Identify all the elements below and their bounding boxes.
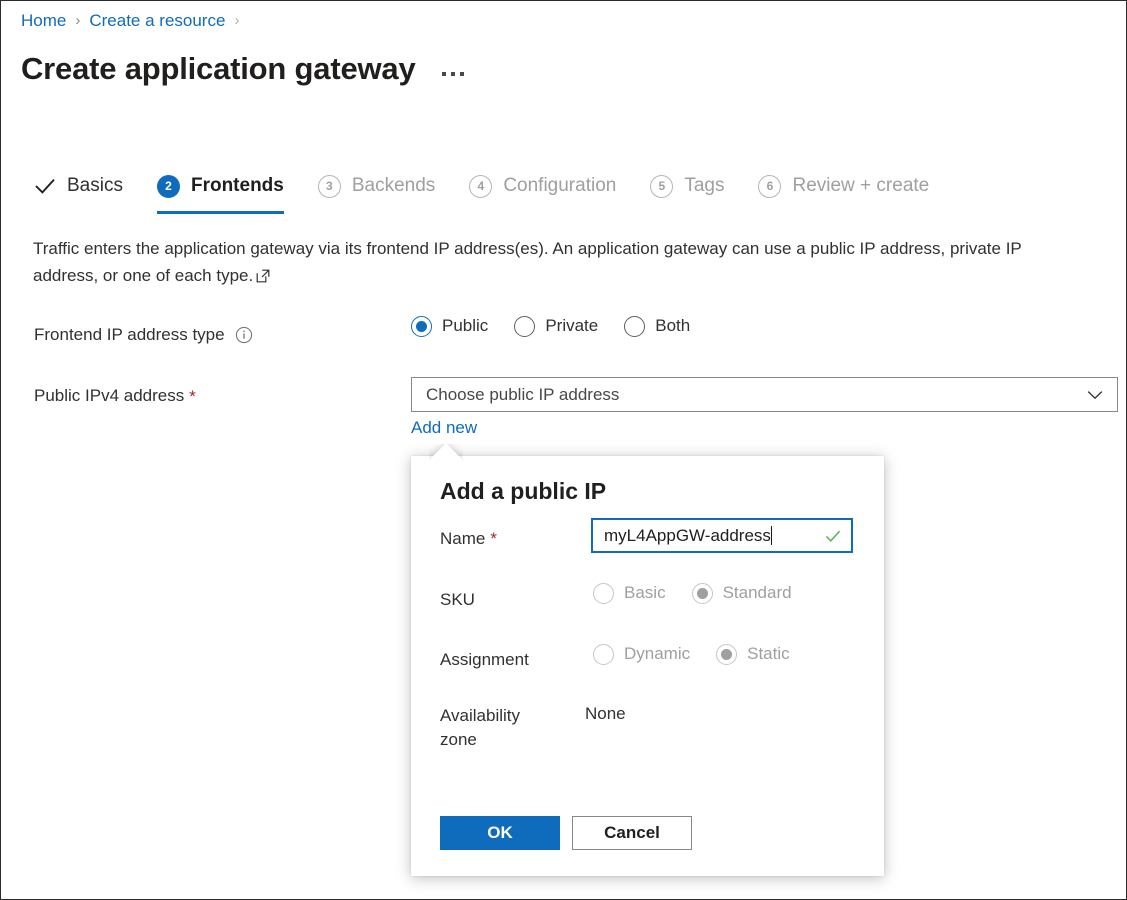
sku-label: SKU: [440, 588, 590, 612]
cancel-button[interactable]: Cancel: [572, 816, 692, 850]
tab-active-underline: [157, 211, 284, 214]
breadcrumb: Home › Create a resource ›: [21, 8, 248, 34]
dialog-title: Add a public IP: [440, 476, 606, 506]
dot: [442, 72, 446, 76]
label-text: Name: [440, 529, 485, 548]
popup-caret: [429, 444, 463, 461]
radio-label: Static: [747, 643, 790, 665]
public-ip-select-placeholder: Choose public IP address: [426, 384, 1087, 406]
public-ip-select[interactable]: Choose public IP address: [411, 377, 1118, 412]
radio-sku-standard: Standard: [692, 582, 792, 604]
radio-assignment-static: Static: [716, 643, 790, 665]
wizard-tabs: Basics 2 Frontends 3 Backends 4 Configur…: [34, 169, 963, 213]
more-options-icon[interactable]: [442, 72, 464, 76]
dot: [451, 72, 455, 76]
radio-assignment-dynamic: Dynamic: [593, 643, 690, 665]
breadcrumb-separator-icon: ›: [75, 8, 80, 34]
tab-number-badge: 3: [318, 175, 341, 198]
breadcrumb-item-create-a-resource[interactable]: Create a resource: [89, 8, 225, 34]
frontends-description: Traffic enters the application gateway v…: [33, 235, 1078, 289]
tab-configuration[interactable]: 4 Configuration: [469, 169, 616, 203]
chevron-down-icon: [1087, 390, 1103, 400]
page-title-row: Create application gateway: [21, 48, 464, 90]
availability-zone-label: Availability zone: [440, 704, 550, 752]
radio-label: Both: [655, 315, 690, 337]
radio-sku-basic: Basic: [593, 582, 666, 604]
frontend-ip-type-radio-group: Public Private Both: [411, 315, 690, 337]
label-text: Assignment: [440, 650, 529, 669]
breadcrumb-item-home[interactable]: Home: [21, 8, 66, 34]
label-text: Public IPv4 address: [34, 384, 184, 408]
radio-indicator: [593, 583, 614, 604]
external-link-icon[interactable]: [256, 269, 270, 283]
tab-basics[interactable]: Basics: [34, 169, 123, 203]
radio-indicator: [692, 583, 713, 604]
radio-indicator: [514, 316, 535, 337]
tab-tags[interactable]: 5 Tags: [650, 169, 724, 203]
tab-review-create[interactable]: 6 Review + create: [758, 169, 929, 203]
checkmark-icon: [34, 175, 56, 197]
tab-number-badge: 2: [157, 175, 180, 198]
tab-label: Configuration: [503, 174, 616, 198]
checkmark-icon: [824, 527, 842, 545]
tab-label: Tags: [684, 174, 724, 198]
radio-both[interactable]: Both: [624, 315, 690, 337]
tab-backends[interactable]: 3 Backends: [318, 169, 435, 203]
label-text: SKU: [440, 590, 475, 609]
label-text: Availability zone: [440, 706, 520, 749]
add-public-ip-dialog: Add a public IP Name* myL4AppGW-address …: [411, 456, 884, 876]
text-cursor: [771, 526, 773, 545]
required-asterisk: *: [189, 388, 196, 405]
radio-label: Public: [442, 315, 488, 337]
tab-label: Basics: [67, 174, 123, 198]
radio-indicator: [593, 644, 614, 665]
radio-label: Standard: [723, 582, 792, 604]
radio-public[interactable]: Public: [411, 315, 488, 337]
add-new-link[interactable]: Add new: [411, 417, 477, 439]
public-ipv4-address-label: Public IPv4 address *: [34, 384, 196, 408]
tab-label: Review + create: [792, 174, 929, 198]
radio-label: Dynamic: [624, 643, 690, 665]
name-input[interactable]: myL4AppGW-address: [591, 518, 853, 553]
tab-frontends[interactable]: 2 Frontends: [157, 169, 284, 203]
tab-number-badge: 4: [469, 175, 492, 198]
tab-number-badge: 5: [650, 175, 673, 198]
radio-indicator: [716, 644, 737, 665]
dialog-buttons: OK Cancel: [440, 816, 692, 850]
radio-indicator: [411, 316, 432, 337]
assignment-radio-group: Dynamic Static: [593, 643, 790, 665]
dot: [460, 72, 464, 76]
tab-label: Frontends: [191, 174, 284, 198]
sku-radio-group: Basic Standard: [593, 582, 792, 604]
radio-indicator: [624, 316, 645, 337]
frontend-ip-type-label: Frontend IP address type: [34, 323, 253, 347]
tab-label: Backends: [352, 174, 435, 198]
info-icon[interactable]: [235, 326, 253, 344]
label-text: Frontend IP address type: [34, 323, 225, 347]
tab-number-badge: 6: [758, 175, 781, 198]
name-input-text: myL4AppGW-address: [604, 526, 771, 545]
radio-private[interactable]: Private: [514, 315, 598, 337]
required-asterisk: *: [490, 529, 497, 548]
name-field-label: Name *: [440, 527, 590, 551]
radio-label: Private: [545, 315, 598, 337]
page-title: Create application gateway: [21, 48, 416, 90]
description-text: Traffic enters the application gateway v…: [33, 239, 1021, 285]
breadcrumb-separator-icon: ›: [234, 8, 239, 34]
app-window: Home › Create a resource › Create applic…: [0, 0, 1127, 900]
radio-label: Basic: [624, 582, 666, 604]
assignment-label: Assignment: [440, 648, 590, 672]
ok-button[interactable]: OK: [440, 816, 560, 850]
availability-zone-value: None: [585, 702, 626, 726]
